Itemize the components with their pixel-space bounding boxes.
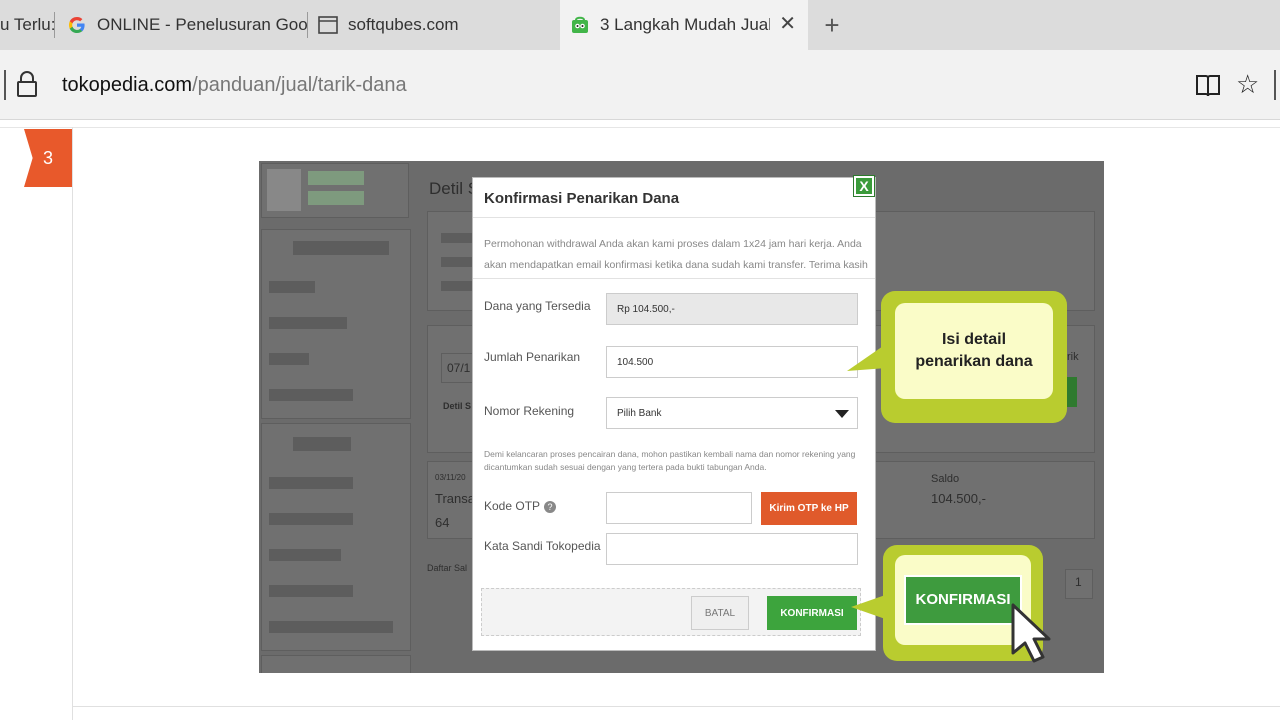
cancel-button[interactable]: BATAL xyxy=(691,596,749,630)
bg-bar xyxy=(269,353,309,365)
tab-1[interactable]: u Terlu: xyxy=(0,0,55,50)
divider xyxy=(0,127,1280,128)
url-domain: tokopedia.com xyxy=(62,74,193,96)
sidebar-menu-3 xyxy=(261,655,411,673)
reading-view-icon[interactable] xyxy=(1195,72,1221,103)
rekening-select[interactable]: Pilih Bank xyxy=(606,397,858,429)
tab-title: ONLINE - Penelusuran Goog xyxy=(97,15,307,34)
otp-label-text: Kode OTP xyxy=(484,499,541,513)
bg-detil: Detil S xyxy=(443,401,472,411)
bg-bar xyxy=(308,171,364,185)
help-icon[interactable]: ? xyxy=(544,500,557,513)
page-content: 3 Detil S 07/1 Detil S rik 03/11/20 Tran… xyxy=(0,121,1280,720)
bg-saldo-label: Saldo xyxy=(931,473,960,485)
sandi-label: Kata Sandi Tokopedia xyxy=(484,539,601,553)
tab-title: u Terlu: xyxy=(0,15,55,34)
confirm-button[interactable]: KONFIRMASI xyxy=(767,596,857,630)
rekening-label: Nomor Rekening xyxy=(484,404,575,418)
page-icon xyxy=(318,15,338,35)
bg-bar xyxy=(269,585,353,597)
modal-description: Permohonan withdrawal Anda akan kami pro… xyxy=(484,238,868,271)
dana-label: Dana yang Tersedia xyxy=(484,299,591,313)
bg-saldo-value: 104.500,- xyxy=(931,491,986,506)
address-bar: tokopedia.com/panduan/jual/tarik-dana ☆ xyxy=(0,50,1280,120)
rekening-note: Demi kelancaran proses pencairan dana, m… xyxy=(484,449,856,472)
bg-bar xyxy=(269,281,315,293)
lock-icon[interactable] xyxy=(16,70,38,103)
url-field[interactable]: tokopedia.com/panduan/jual/tarik-dana xyxy=(62,74,407,97)
bg-bar xyxy=(293,437,351,451)
tab-title: softqubes.com xyxy=(348,15,459,34)
otp-input[interactable] xyxy=(606,492,752,524)
favorite-star-icon[interactable]: ☆ xyxy=(1236,70,1259,98)
otp-label: Kode OTP? xyxy=(484,499,557,513)
separator xyxy=(1274,70,1276,100)
bg-bar xyxy=(308,191,364,205)
bg-date2: 03/11/20 xyxy=(435,473,466,482)
send-otp-button[interactable]: Kirim OTP ke HP xyxy=(761,492,857,525)
bg-bar xyxy=(441,233,473,243)
bg-bar xyxy=(269,317,347,329)
bg-daftar: Daftar Sal xyxy=(427,563,468,573)
divider xyxy=(473,217,875,218)
bg-date: 07/1 xyxy=(447,361,471,375)
bg-bar xyxy=(269,549,341,561)
rekening-value: Pilih Bank xyxy=(617,408,662,419)
tab-2[interactable]: ONLINE - Penelusuran Goog xyxy=(55,0,308,50)
password-input[interactable] xyxy=(606,533,858,565)
google-icon xyxy=(67,15,87,35)
tab-4-active[interactable]: 3 Langkah Mudah Jualan ✕ xyxy=(560,0,808,50)
bg-trans: Transa xyxy=(435,491,475,506)
callout-line-1: Isi detail xyxy=(941,331,1007,348)
divider xyxy=(72,706,1280,707)
separator xyxy=(4,70,6,100)
tab-bar: u Terlu: ONLINE - Penelusuran Goog softq… xyxy=(0,0,1280,50)
modal-close-button[interactable]: X xyxy=(853,175,875,197)
withdraw-modal: Konfirmasi Penarikan Dana X Permohonan w… xyxy=(472,175,876,651)
bg-page: 1 xyxy=(1075,575,1082,589)
bg-rik: rik xyxy=(1067,351,1079,363)
sidebar-menu-2 xyxy=(261,423,411,651)
tab-3[interactable]: softqubes.com xyxy=(308,0,560,50)
jumlah-label: Jumlah Penarikan xyxy=(484,350,581,364)
tokopedia-icon xyxy=(570,15,590,35)
chevron-down-icon xyxy=(835,410,849,418)
callout-text-box: Isi detail penarikan dana xyxy=(895,303,1053,399)
confirm-highlight-button: KONFIRMASI xyxy=(904,575,1022,625)
close-tab-icon[interactable]: ✕ xyxy=(779,14,796,34)
dana-field: Rp 104.500,- xyxy=(606,293,858,325)
step-badge: 3 xyxy=(24,129,72,187)
bg-bar xyxy=(269,621,393,633)
callout-detail: Isi detail penarikan dana xyxy=(881,291,1067,423)
avatar xyxy=(267,169,301,211)
new-tab-button[interactable]: + xyxy=(818,10,846,40)
tab-title: 3 Langkah Mudah Jualan xyxy=(600,15,770,34)
callout-line-2: penarikan dana xyxy=(915,353,1033,370)
bg-bar xyxy=(269,389,353,401)
jumlah-input[interactable]: 104.500 xyxy=(606,346,858,378)
bg-bar xyxy=(269,477,353,489)
bg-num: 64 xyxy=(435,515,450,530)
divider xyxy=(72,127,73,720)
tutorial-screenshot: Detil S 07/1 Detil S rik 03/11/20 Transa… xyxy=(259,161,1104,673)
modal-title: Konfirmasi Penarikan Dana xyxy=(484,190,680,207)
bg-bar xyxy=(441,281,473,291)
divider xyxy=(473,278,875,279)
bg-bar xyxy=(441,257,473,267)
bg-bar xyxy=(269,513,353,525)
cursor-icon xyxy=(1011,603,1051,663)
url-path: /panduan/jual/tarik-dana xyxy=(192,74,407,96)
bg-bar xyxy=(293,241,389,255)
